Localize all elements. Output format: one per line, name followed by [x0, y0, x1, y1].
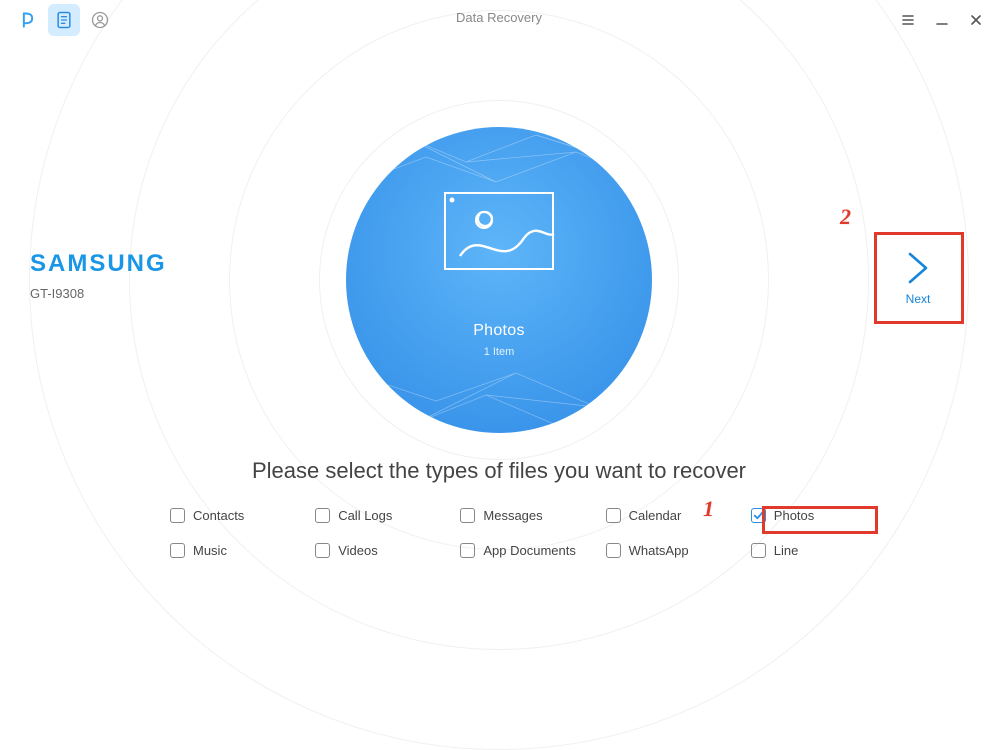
chevron-right-icon	[904, 250, 932, 286]
type-label: Music	[193, 543, 227, 558]
type-checkbox-photos[interactable]: Photos	[751, 508, 888, 523]
type-label: Line	[774, 543, 799, 558]
window-title: Data Recovery	[0, 10, 998, 25]
device-brand: SAMSUNG	[30, 250, 167, 278]
checkbox-icon	[460, 543, 475, 558]
close-icon[interactable]	[966, 10, 986, 30]
type-label: Messages	[483, 508, 542, 523]
type-label: Contacts	[193, 508, 244, 523]
type-checkbox-whatsapp[interactable]: WhatsApp	[606, 543, 743, 558]
type-checkbox-contacts[interactable]: Contacts	[170, 508, 307, 523]
user-tab-icon[interactable]	[84, 4, 116, 36]
selection-preview-circle: Photos 1 Item	[346, 127, 652, 433]
checkbox-icon	[460, 508, 475, 523]
data-recovery-tab-icon[interactable]	[48, 4, 80, 36]
instruction-text: Please select the types of files you wan…	[0, 458, 998, 484]
type-checkbox-calendar[interactable]: Calendar	[606, 508, 743, 523]
checkbox-icon	[170, 508, 185, 523]
type-label: WhatsApp	[629, 543, 689, 558]
mesh-decoration	[346, 127, 652, 433]
type-checkbox-videos[interactable]: Videos	[315, 543, 452, 558]
minimize-icon[interactable]	[932, 10, 952, 30]
type-checkbox-music[interactable]: Music	[170, 543, 307, 558]
next-label: Next	[906, 292, 931, 306]
checkbox-icon	[751, 508, 766, 523]
type-label: Photos	[774, 508, 814, 523]
next-button[interactable]: Next	[873, 232, 963, 324]
annotation-number-2: 2	[840, 204, 851, 230]
checkbox-icon	[170, 543, 185, 558]
checkbox-icon	[315, 543, 330, 558]
type-checkbox-messages[interactable]: Messages	[460, 508, 597, 523]
app-logo-icon[interactable]	[12, 4, 44, 36]
menu-icon[interactable]	[898, 10, 918, 30]
type-label: App Documents	[483, 543, 576, 558]
type-checkbox-call-logs[interactable]: Call Logs	[315, 508, 452, 523]
photos-icon	[444, 192, 554, 270]
type-label: Calendar	[629, 508, 682, 523]
device-model: GT-I9308	[30, 286, 167, 301]
title-bar: Data Recovery	[0, 0, 998, 40]
checkbox-icon	[751, 543, 766, 558]
checkbox-icon	[606, 508, 621, 523]
type-checkbox-app-documents[interactable]: App Documents	[460, 543, 597, 558]
file-types-grid: Contacts Call Logs Messages Calendar Photos M…	[170, 508, 888, 558]
checkbox-icon	[315, 508, 330, 523]
checkbox-icon	[606, 543, 621, 558]
type-label: Videos	[338, 543, 378, 558]
type-label: Call Logs	[338, 508, 392, 523]
preview-subtitle: 1 Item	[484, 346, 515, 358]
device-info: SAMSUNG GT-I9308	[30, 250, 167, 301]
type-checkbox-line[interactable]: Line	[751, 543, 888, 558]
